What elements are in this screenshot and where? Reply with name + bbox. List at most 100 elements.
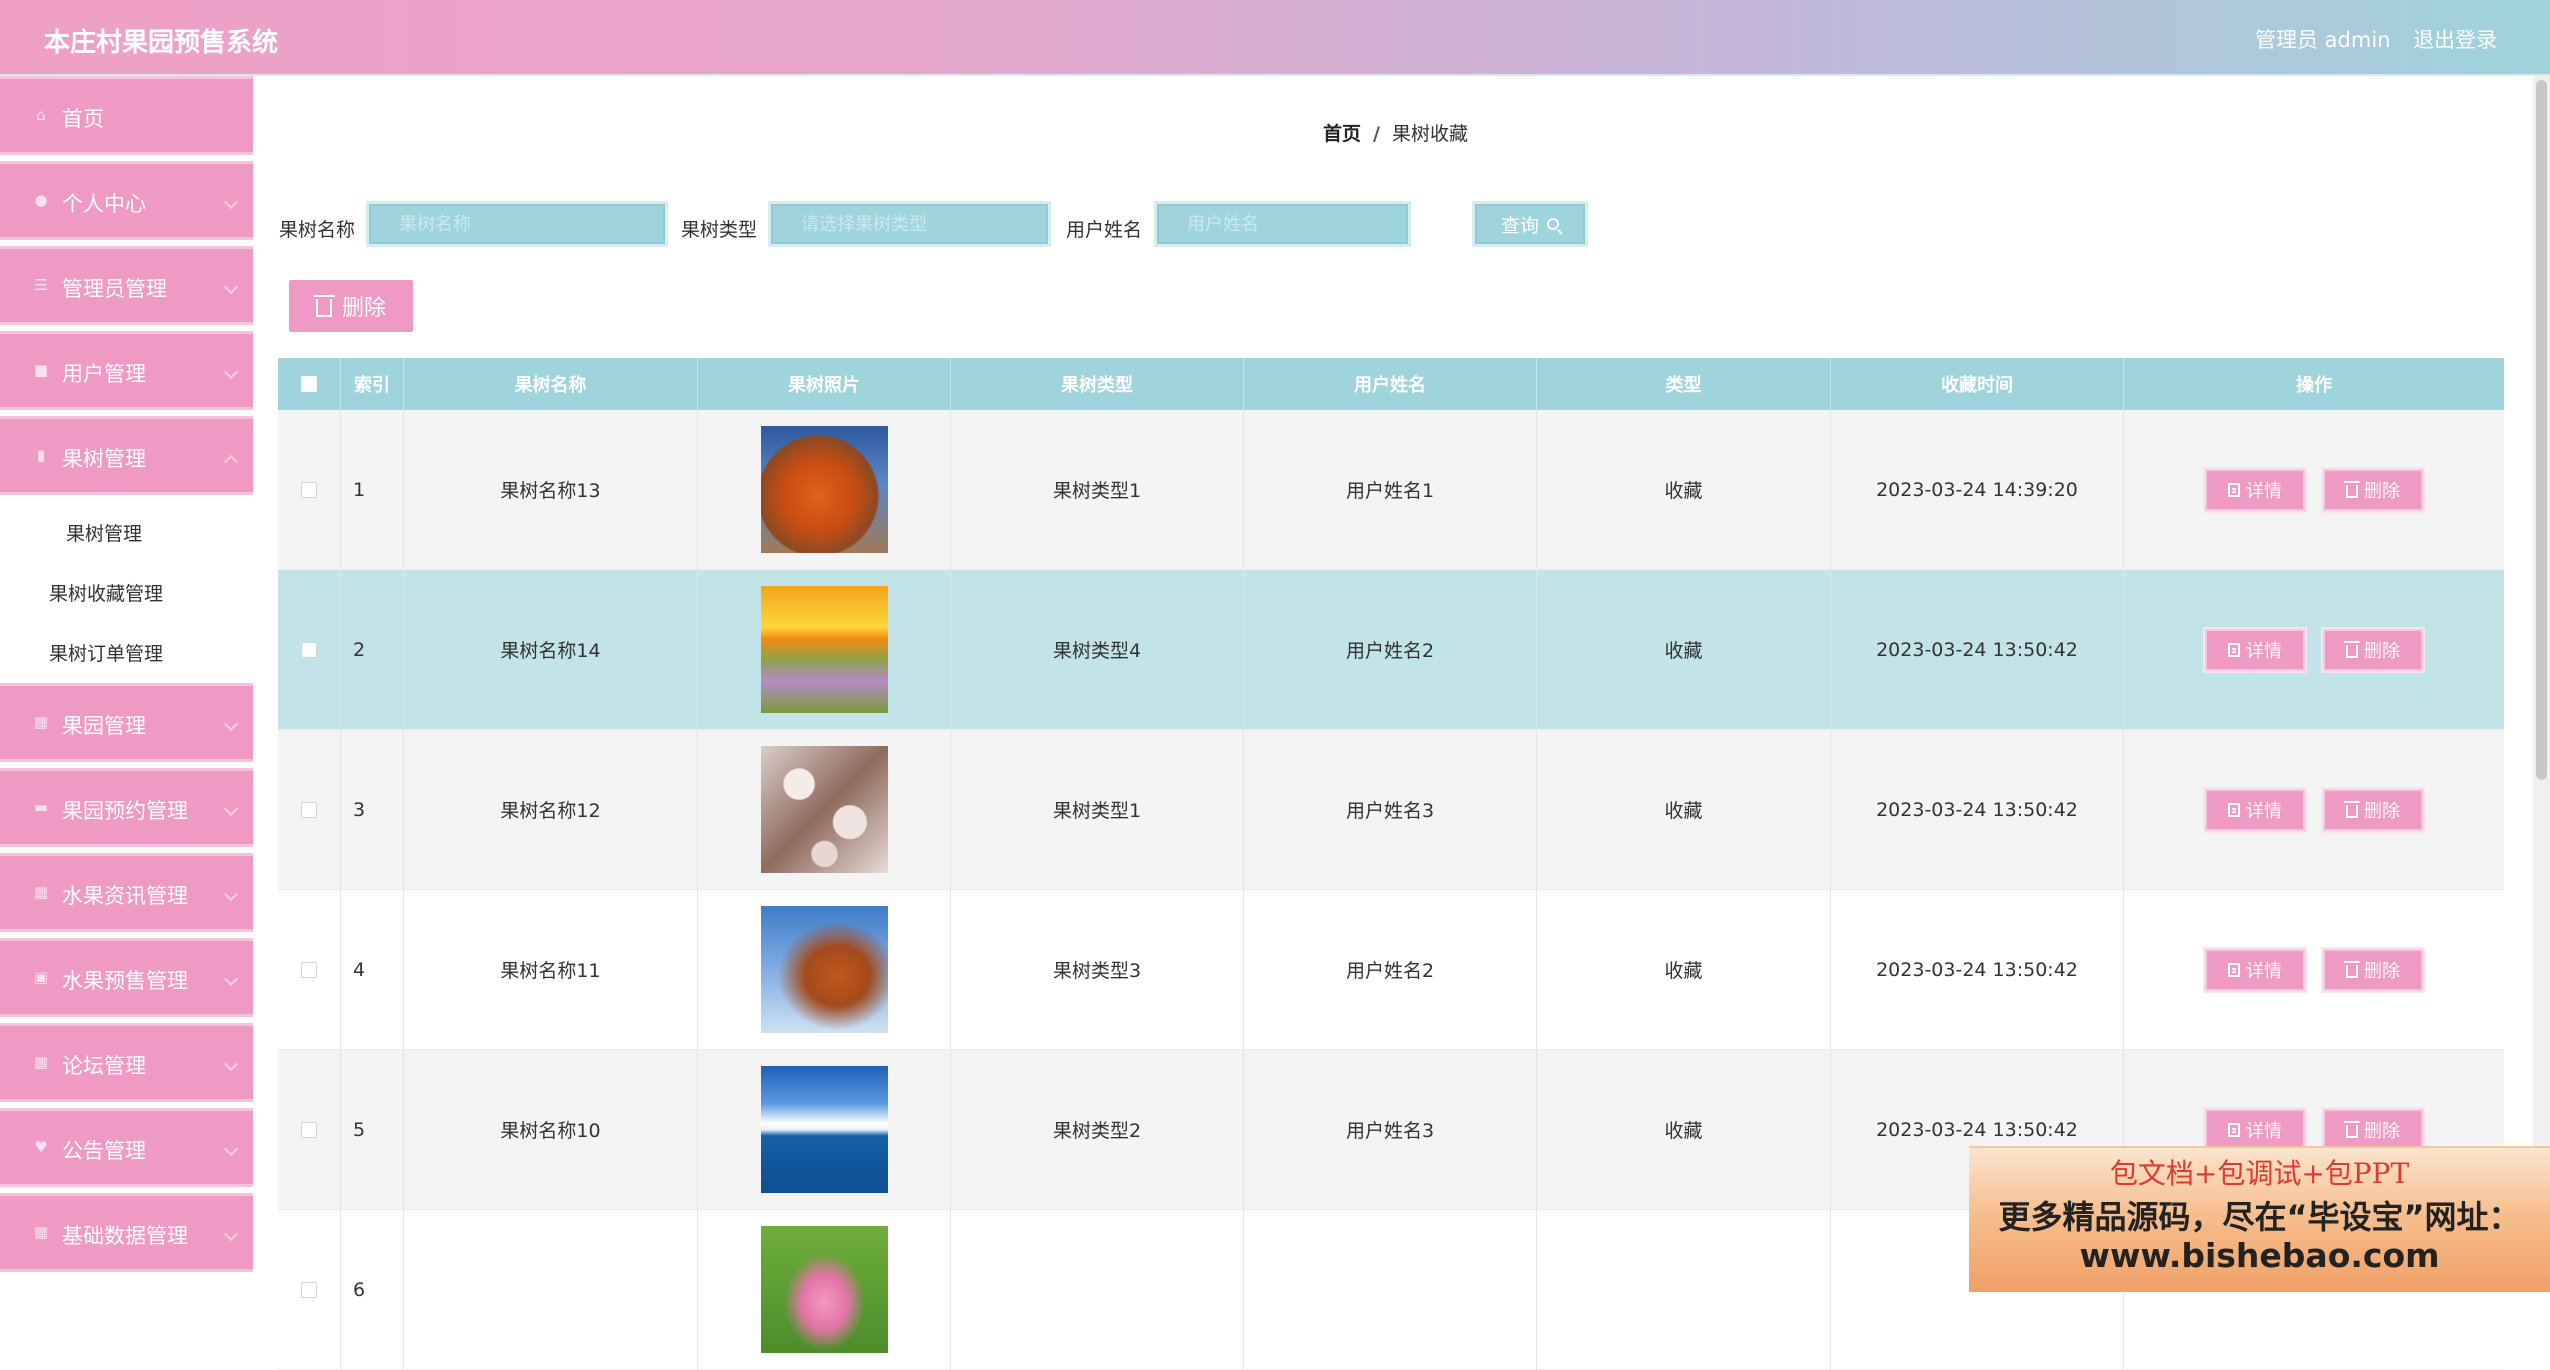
cell-tree-photo <box>698 730 951 889</box>
row-checkbox[interactable] <box>301 801 317 818</box>
document-icon <box>2228 802 2240 817</box>
breadcrumb-separator: / <box>1373 123 1380 145</box>
detail-button[interactable]: 详情 <box>2203 466 2307 513</box>
tree-type-select[interactable] <box>768 201 1051 247</box>
trash-icon <box>2344 1120 2360 1138</box>
detail-button-label: 详情 <box>2246 960 2282 982</box>
tree-photo[interactable] <box>760 1066 888 1193</box>
row-select-cell <box>278 890 341 1049</box>
sidebar-subitem-tree-orders[interactable]: 果树订单管理 <box>0 621 253 681</box>
sidebar-item-admins[interactable]: ☰ 管理员管理 <box>0 246 253 325</box>
detail-button-label: 详情 <box>2246 640 2282 662</box>
main-content: 首页 / 果树收藏 果树名称 果树类型 用户姓名 查询 删除 索引 果树名称 果树照… <box>253 76 2533 1370</box>
sidebar-item-fruit-presale[interactable]: ▣ 水果预售管理 <box>0 938 253 1017</box>
row-checkbox[interactable] <box>301 641 317 658</box>
delete-button[interactable]: 删除 <box>2321 626 2425 673</box>
bell-icon: ♥ <box>34 1138 48 1156</box>
col-user-name: 用户姓名 <box>1244 358 1537 410</box>
watermark-line-3: www.bishebao.com <box>2079 1236 2440 1275</box>
tree-photo[interactable] <box>760 906 888 1033</box>
sidebar-item-label: 管理员管理 <box>62 277 167 301</box>
grid-icon: ▦ <box>33 1053 49 1071</box>
cell-kind: 收藏 <box>1537 890 1831 1049</box>
delete-button-label: 删除 <box>2364 1120 2400 1142</box>
cell-tree-name: 果树名称11 <box>404 890 698 1049</box>
detail-button-label: 详情 <box>2246 800 2282 822</box>
search-button-label: 查询 <box>1500 214 1539 237</box>
sidebar: ⌂ 首页 ● 个人中心 ☰ 管理员管理 ■ 用户管理 ▮ 果树管理 果树管理 果… <box>0 76 253 1290</box>
cell-index: 3 <box>341 730 404 889</box>
row-select-cell <box>278 1050 341 1209</box>
delete-button[interactable]: 删除 <box>2321 946 2425 993</box>
scrollbar-thumb[interactable] <box>2536 80 2547 780</box>
chevron-down-icon <box>223 886 239 902</box>
chevron-down-icon <box>223 971 239 987</box>
search-icon <box>1547 218 1559 230</box>
col-tree-name: 果树名称 <box>404 358 698 410</box>
cell-kind: 收藏 <box>1537 570 1831 729</box>
cell-tree-type: 果树类型1 <box>951 410 1244 569</box>
sidebar-item-base-data[interactable]: ▦ 基础数据管理 <box>0 1193 253 1272</box>
chevron-down-icon <box>223 801 239 817</box>
delete-button[interactable]: 删除 <box>2321 786 2425 833</box>
cell-user-name: 用户姓名1 <box>1244 410 1537 569</box>
row-checkbox[interactable] <box>301 481 317 498</box>
sidebar-item-label: 果园管理 <box>62 714 146 738</box>
user-name-input[interactable] <box>1154 201 1411 247</box>
cell-tree-type: 果树类型1 <box>951 730 1244 889</box>
cell-user-name: 用户姓名3 <box>1244 730 1537 889</box>
tree-photo[interactable] <box>760 586 888 713</box>
chevron-up-icon <box>223 454 239 470</box>
chevron-down-icon <box>223 194 239 210</box>
sidebar-item-forum[interactable]: ▦ 论坛管理 <box>0 1023 253 1102</box>
detail-button[interactable]: 详情 <box>2203 1106 2307 1153</box>
row-select-cell <box>278 730 341 889</box>
row-checkbox[interactable] <box>301 961 317 978</box>
sidebar-item-home[interactable]: ⌂ 首页 <box>0 76 253 155</box>
delete-button-label: 删除 <box>2364 960 2400 982</box>
tree-photo[interactable] <box>760 746 888 873</box>
row-checkbox[interactable] <box>301 1121 317 1138</box>
detail-button[interactable]: 详情 <box>2203 786 2307 833</box>
delete-button[interactable]: 删除 <box>2321 466 2425 513</box>
table-row: 3 果树名称12 果树类型1 用户姓名3 收藏 2023-03-24 13:50:42 详情… <box>278 730 2504 890</box>
logout-link[interactable]: 退出登录 <box>2413 24 2497 54</box>
tree-photo[interactable] <box>760 426 888 553</box>
delete-button-label: 删除 <box>2364 640 2400 662</box>
trash-icon <box>312 294 335 317</box>
document-icon <box>2228 1122 2240 1137</box>
trash-icon <box>2344 640 2360 658</box>
table-row: 2 果树名称14 果树类型4 用户姓名2 收藏 2023-03-24 13:50:42 详情… <box>278 570 2504 730</box>
user-name-label: 用户姓名 <box>1066 219 1143 241</box>
sidebar-item-label: 水果资讯管理 <box>62 884 188 908</box>
sidebar-item-trees[interactable]: ▮ 果树管理 <box>0 416 253 495</box>
sidebar-item-orchard-booking[interactable]: ▬ 果园预约管理 <box>0 768 253 847</box>
table-row: 1 果树名称13 果树类型1 用户姓名1 收藏 2023-03-24 14:39:20 详情… <box>278 410 2504 570</box>
grid-icon: ▦ <box>33 713 49 731</box>
user-icon: ● <box>34 191 48 209</box>
cell-tree-name: 果树名称14 <box>404 570 698 729</box>
sidebar-subitem-label: 果树收藏管理 <box>49 583 164 605</box>
delete-button[interactable]: 删除 <box>2321 1106 2425 1153</box>
breadcrumb-home[interactable]: 首页 <box>1323 123 1361 145</box>
select-all-checkbox[interactable] <box>301 376 317 392</box>
sidebar-item-notices[interactable]: ♥ 公告管理 <box>0 1108 253 1187</box>
cell-index: 4 <box>341 890 404 1049</box>
cell-tree-photo <box>698 410 951 569</box>
cell-tree-photo <box>698 1050 951 1209</box>
cell-actions: 详情 删除 <box>2124 410 2504 569</box>
delete-button-label: 删除 <box>2364 480 2400 502</box>
sidebar-subitem-tree-manage[interactable]: 果树管理 <box>0 501 253 561</box>
sidebar-item-fruit-news[interactable]: ▦ 水果资讯管理 <box>0 853 253 932</box>
cell-favorite-time: 2023-03-24 13:50:42 <box>1831 890 2124 1049</box>
sidebar-subitem-tree-favorites[interactable]: 果树收藏管理 <box>0 561 253 621</box>
tree-name-input[interactable] <box>366 201 668 247</box>
sidebar-item-profile[interactable]: ● 个人中心 <box>0 161 253 240</box>
detail-button[interactable]: 详情 <box>2203 946 2307 993</box>
bulk-delete-button[interactable]: 删除 <box>289 280 413 332</box>
detail-button[interactable]: 详情 <box>2203 626 2307 673</box>
sidebar-item-orchards[interactable]: ▦ 果园管理 <box>0 683 253 762</box>
users-icon: ■ <box>33 361 49 379</box>
sidebar-item-users[interactable]: ■ 用户管理 <box>0 331 253 410</box>
search-button[interactable]: 查询 <box>1472 201 1588 247</box>
